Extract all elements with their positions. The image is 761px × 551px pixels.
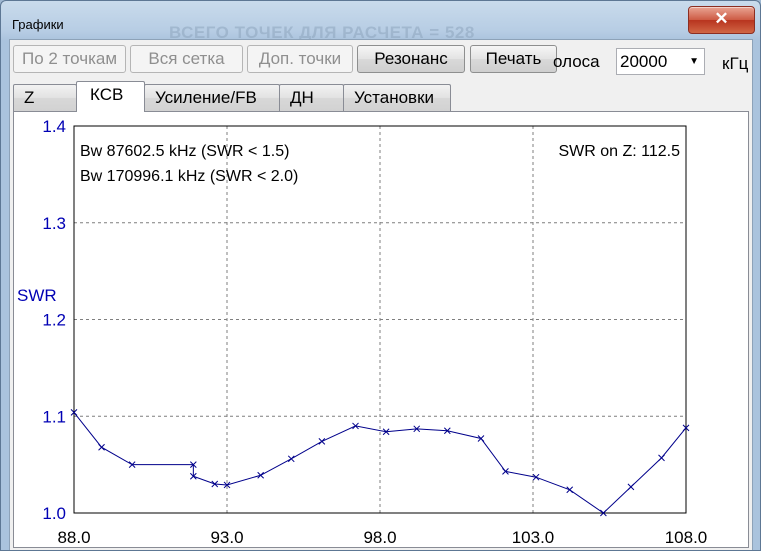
x-tick-label: 88.0	[57, 528, 90, 547]
bandwidth-label: олоса	[553, 52, 600, 71]
swr-data-point	[627, 483, 635, 491]
swr-data-point	[257, 471, 265, 479]
bandwidth-annotation-2: Bw 170996.1 kHz (SWR < 2.0)	[80, 168, 298, 185]
chevron-down-icon[interactable]: ▼	[689, 49, 699, 74]
x-tick-label: 108.0	[665, 528, 708, 547]
graphs-window: Графики ВСЕГО ТОЧЕК ДЛЯ РАСЧЕТА = 528 ✕ …	[0, 0, 761, 551]
extra-points-button[interactable]: Доп. точки	[247, 45, 353, 73]
bandwidth-annotation-1: Bw 87602.5 kHz (SWR < 1.5)	[80, 143, 289, 160]
swr-on-z-annotation: SWR on Z: 112.5	[558, 143, 680, 160]
swr-data-point	[318, 438, 326, 445]
y-tick-label: 1.1	[42, 407, 66, 426]
print-button[interactable]: Печать	[470, 45, 557, 73]
swr-data-point	[566, 486, 574, 494]
x-tick-label: 93.0	[210, 528, 243, 547]
x-tick-label: 103.0	[512, 528, 555, 547]
y-axis-label: SWR	[17, 286, 57, 305]
title-bar[interactable]: Графики ВСЕГО ТОЧЕК ДЛЯ РАСЧЕТА = 528 ✕	[1, 1, 760, 42]
tab-gain-fb[interactable]: Усиление/FB	[144, 84, 280, 111]
swr-data-point	[98, 443, 105, 451]
full-grid-button[interactable]: Вся сетка	[130, 45, 243, 73]
tab-pattern[interactable]: ДН	[279, 84, 344, 111]
y-tick-label: 1.3	[42, 214, 66, 233]
close-button[interactable]: ✕	[688, 6, 755, 34]
tab-settings[interactable]: Установки	[343, 84, 451, 111]
y-tick-label: 1.2	[42, 311, 66, 330]
client-area: По 2 точкам Вся сетка Доп. точки Резонан…	[9, 39, 753, 550]
swr-data-point	[287, 455, 295, 463]
y-tick-label: 1.0	[42, 504, 66, 523]
units-label: кГц	[722, 54, 749, 73]
two-points-button[interactable]: По 2 точкам	[13, 45, 126, 73]
resonance-button[interactable]: Резонанс	[357, 45, 465, 73]
swr-chart: 1.0 1.1 1.2 1.3 1.4 88.0 93.0 98.0 103.0 108.0 SWR…	[17, 117, 708, 547]
chart-panel: 1.0 1.1 1.2 1.3 1.4 88.0 93.0 98.0 103.0 108.0 SWR…	[13, 111, 749, 548]
x-tick-label: 98.0	[363, 528, 396, 547]
swr-data-point	[658, 454, 665, 462]
y-tick-label: 1.4	[42, 117, 66, 136]
bandwidth-value: 20000	[620, 52, 668, 71]
tab-swr[interactable]: КСВ	[76, 81, 145, 112]
close-icon: ✕	[714, 9, 729, 28]
tab-z[interactable]: Z	[13, 84, 77, 111]
bandwidth-select[interactable]: 20000 ▼	[616, 48, 705, 75]
window-title: Графики	[12, 17, 64, 32]
